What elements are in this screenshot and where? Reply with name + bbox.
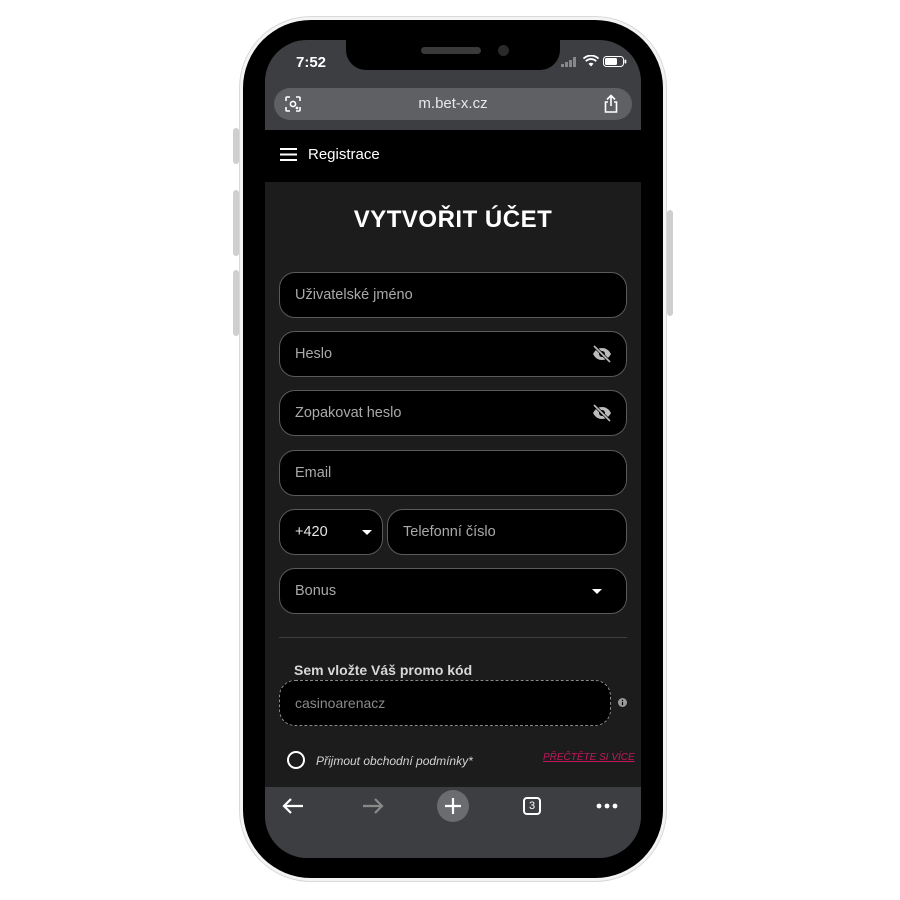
wifi-icon — [583, 55, 599, 67]
terms-label: Přijmout obchodní podmínky* — [316, 754, 473, 768]
bonus-label: Bonus — [295, 583, 337, 599]
promo-code-value: casinoarenacz — [295, 695, 386, 711]
username-placeholder: Uživatelské jméno — [295, 287, 413, 303]
url-text: m.bet-x.cz — [418, 95, 488, 112]
promo-code-label: Sem vložte Váš promo kód — [294, 662, 473, 678]
password-field[interactable]: Heslo — [279, 331, 627, 377]
hamburger-icon[interactable] — [280, 148, 297, 161]
volume-up-button — [233, 190, 239, 256]
phone-number-placeholder: Telefonní číslo — [403, 524, 496, 540]
battery-icon — [603, 56, 627, 67]
phone-number-field[interactable]: Telefonní číslo — [387, 509, 627, 555]
front-camera — [498, 45, 509, 56]
repeat-password-placeholder: Zopakovat heslo — [295, 405, 402, 421]
power-button — [667, 210, 673, 316]
phone-prefix-value: +420 — [295, 524, 328, 540]
chevron-down-icon — [362, 530, 372, 535]
browser-address-area: m.bet-x.cz — [265, 78, 641, 130]
plus-icon — [445, 798, 461, 814]
new-tab-button[interactable] — [437, 790, 469, 822]
phone-prefix-select[interactable]: +420 — [279, 509, 383, 555]
terms-radio[interactable] — [287, 751, 305, 769]
phone-screen: 7:52 m.bet-x.cz Registrace VYTVOŘIT ÚČET… — [265, 40, 641, 858]
more-icon[interactable] — [596, 803, 618, 809]
email-placeholder: Email — [295, 465, 332, 481]
status-time: 7:52 — [296, 54, 327, 71]
page-title: VYTVOŘIT ÚČET — [353, 206, 553, 233]
promo-code-input[interactable]: casinoarenacz — [279, 680, 611, 726]
mute-switch — [233, 128, 239, 164]
browser-toolbar: 3 — [265, 787, 641, 858]
read-more-link[interactable]: PŘEČTĚTE SI VÍCE — [543, 752, 635, 763]
back-arrow-icon[interactable] — [282, 797, 304, 815]
email-field[interactable]: Email — [279, 450, 627, 496]
speaker-grille — [421, 47, 481, 54]
tabs-icon[interactable]: 3 — [523, 797, 541, 815]
address-bar[interactable]: m.bet-x.cz — [274, 88, 632, 120]
header-title: Registrace — [308, 146, 380, 163]
password-placeholder: Heslo — [295, 346, 333, 362]
site-header: Registrace — [265, 130, 641, 182]
repeat-password-field[interactable]: Zopakovat heslo — [279, 390, 627, 436]
notch — [346, 40, 560, 70]
bonus-select[interactable]: Bonus — [279, 568, 627, 614]
username-field[interactable]: Uživatelské jméno — [279, 272, 627, 318]
signal-icon — [561, 57, 576, 67]
volume-down-button — [233, 270, 239, 336]
share-icon[interactable] — [602, 94, 620, 114]
eye-off-icon[interactable] — [592, 404, 612, 422]
eye-off-icon[interactable] — [592, 345, 612, 363]
info-icon[interactable] — [618, 698, 627, 707]
chevron-down-icon — [592, 589, 602, 594]
divider — [279, 637, 627, 638]
forward-arrow-icon[interactable] — [362, 797, 384, 815]
